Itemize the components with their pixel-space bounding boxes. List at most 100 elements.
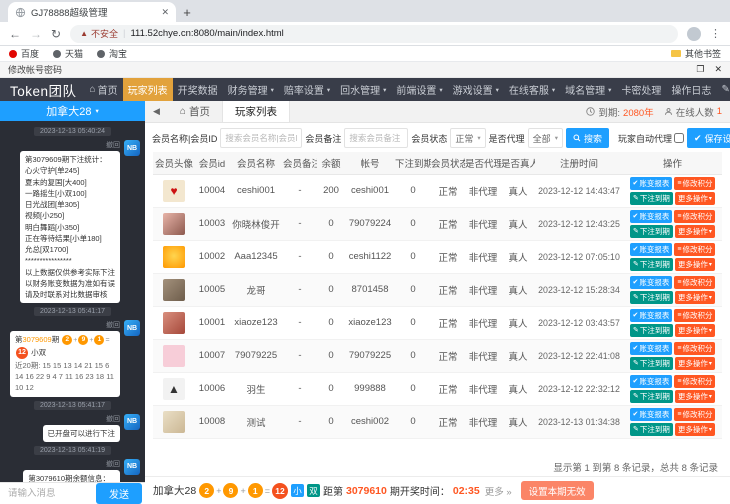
online-value: 1: [717, 106, 722, 117]
bet-expiry-button[interactable]: ✎下注到期: [630, 291, 673, 304]
reload-icon[interactable]: ↻: [51, 27, 61, 41]
nav-item-3[interactable]: 开奖数据: [173, 78, 223, 101]
browser-menu-icon[interactable]: ⋮: [710, 27, 721, 40]
more-actions-button[interactable]: 更多操作▾: [675, 291, 715, 304]
url-text: 111.52chye.cn:8080/main/index.html: [130, 28, 283, 39]
more-actions-button[interactable]: 更多操作▾: [675, 357, 715, 370]
bet-expiry-button[interactable]: ✎下注到期: [630, 357, 673, 370]
send-button[interactable]: 发送: [96, 483, 142, 504]
modify-score-button[interactable]: ≡修改积分: [674, 243, 715, 256]
account-report-button[interactable]: ✔账变报表: [630, 177, 673, 190]
modify-score-button[interactable]: ≡修改积分: [674, 177, 715, 190]
chat-line: 明白舞蹈[小350]: [25, 222, 115, 233]
nav-item-7[interactable]: 前端设置▾: [391, 78, 447, 101]
member-remark: -: [283, 339, 317, 372]
recall-link[interactable]: 撤回: [106, 414, 120, 424]
member-id: 10007: [195, 339, 229, 372]
account-report-button[interactable]: ✔账变报表: [630, 408, 673, 421]
member-remark: -: [283, 240, 317, 273]
close-icon[interactable]: ✕: [161, 7, 169, 18]
member-name-input[interactable]: [220, 128, 302, 148]
nav-item-10[interactable]: 域名管理▾: [560, 78, 616, 101]
address-bar[interactable]: ▲ 不安全 | 111.52chye.cn:8080/main/index.ht…: [70, 25, 678, 43]
is-agent-select[interactable]: 全部 ▾: [528, 128, 563, 148]
modify-score-button[interactable]: ≡修改积分: [674, 342, 715, 355]
modify-score-button[interactable]: ≡修改积分: [674, 309, 715, 322]
auto-agent-checkbox[interactable]: [674, 133, 684, 143]
bet-expiry-button[interactable]: ✎下注到期: [630, 225, 673, 238]
bookmark-item[interactable]: 天猫: [53, 47, 83, 60]
period-number: 3079609: [23, 335, 52, 344]
fold-sidebar-icon[interactable]: ◀: [145, 106, 168, 117]
bookmark-item[interactable]: 淘宝: [97, 47, 127, 60]
more-actions-button[interactable]: 更多操作▾: [675, 258, 715, 271]
more-actions-button[interactable]: 更多操作▾: [675, 324, 715, 337]
bet-expiry-button[interactable]: ✎下注到期: [630, 423, 673, 436]
expiry-value: 2080年: [623, 105, 654, 119]
profile-avatar[interactable]: [687, 27, 701, 41]
restore-window-icon[interactable]: ❐: [696, 64, 704, 75]
tab-player-list[interactable]: 玩家列表: [222, 101, 290, 122]
bookmark-item[interactable]: 百度: [9, 47, 39, 60]
other-bookmarks[interactable]: 其他书签: [671, 47, 721, 60]
nav-item-4[interactable]: 财务管理▾: [223, 78, 279, 101]
bet-expiry-icon: ✎: [633, 326, 639, 334]
not-secure-chip[interactable]: ▲ 不安全: [80, 27, 118, 40]
recall-link[interactable]: 撤回: [106, 459, 120, 469]
modify-score-button[interactable]: ≡修改积分: [674, 210, 715, 223]
account-report-button[interactable]: ✔账变报表: [630, 210, 673, 223]
member-status: 正常: [431, 372, 465, 405]
bet-expiry-button[interactable]: ✎下注到期: [630, 258, 673, 271]
account-password-icon: ✎: [721, 84, 729, 95]
more-actions-button[interactable]: 更多操作▾: [675, 423, 715, 436]
modify-score-button[interactable]: ≡修改积分: [674, 408, 715, 421]
tab-home[interactable]: ⌂首页: [168, 101, 222, 122]
modify-score-button[interactable]: ≡修改积分: [674, 375, 715, 388]
back-icon[interactable]: ←: [9, 27, 21, 41]
bet-expiry-button[interactable]: ✎下注到期: [630, 390, 673, 403]
account-report-button[interactable]: ✔账变报表: [630, 276, 673, 289]
recall-link[interactable]: 撤回: [106, 140, 120, 150]
browser-tab[interactable]: GJ78888超级管理 ✕: [8, 2, 176, 22]
chat-room-selector[interactable]: 加拿大28 ▾: [0, 101, 145, 121]
invalidate-period-button[interactable]: 设置本期无效: [521, 481, 594, 500]
user-icon: [664, 107, 673, 116]
search-button[interactable]: 搜索: [566, 128, 609, 148]
bet-expiry-days: 0: [395, 240, 431, 273]
account-report-button[interactable]: ✔账变报表: [630, 342, 673, 355]
chat-line: 请及时联系对比数据审核: [25, 289, 115, 300]
account-password-button[interactable]: ✎帐号密码: [716, 78, 730, 101]
bet-expiry-button[interactable]: ✎下注到期: [630, 192, 673, 205]
nav-item-6[interactable]: 回水管理▾: [335, 78, 391, 101]
row-actions: ✔账变报表≡修改积分✎下注到期更多操作▾: [623, 274, 722, 306]
member-status-select[interactable]: 正常 ▾: [450, 128, 485, 148]
more-actions-button[interactable]: 更多操作▾: [675, 225, 715, 238]
brand-logo[interactable]: Token团队: [10, 80, 77, 100]
member-status: 正常: [431, 273, 465, 306]
modify-score-button[interactable]: ≡修改积分: [674, 276, 715, 289]
chat-room-name: 加拿大28: [46, 103, 91, 119]
nav-item-8[interactable]: 游戏设置▾: [448, 78, 504, 101]
bet-expiry-button[interactable]: ✎下注到期: [630, 324, 673, 337]
nav-item-12[interactable]: 操作日志: [666, 78, 716, 101]
modify-score-icon: ≡: [677, 378, 681, 385]
account-report-button[interactable]: ✔账变报表: [630, 309, 673, 322]
account-report-button[interactable]: ✔账变报表: [630, 375, 673, 388]
recall-link[interactable]: 撤回: [106, 320, 120, 330]
tab-label: 首页: [189, 104, 210, 119]
new-tab-button[interactable]: +: [176, 2, 198, 22]
more-actions-button[interactable]: 更多操作▾: [675, 192, 715, 205]
member-remark-input[interactable]: [344, 128, 408, 148]
nav-item-9[interactable]: 在线客服▾: [504, 78, 560, 101]
chat-message-input[interactable]: [3, 488, 92, 499]
forward-icon[interactable]: →: [30, 27, 42, 41]
nav-item-5[interactable]: 赔率设置▾: [279, 78, 335, 101]
nav-item-2[interactable]: 玩家列表: [123, 78, 173, 101]
save-settings-button[interactable]: ✔ 保存设置: [687, 128, 730, 148]
more-actions-button[interactable]: 更多操作▾: [675, 390, 715, 403]
more-link[interactable]: 更多 »: [485, 484, 512, 498]
account-report-button[interactable]: ✔账变报表: [630, 243, 673, 256]
nav-item-11[interactable]: 卡密处理: [616, 78, 666, 101]
nav-item-1[interactable]: ⌂首页: [85, 78, 123, 101]
close-window-icon[interactable]: ✕: [714, 64, 722, 75]
